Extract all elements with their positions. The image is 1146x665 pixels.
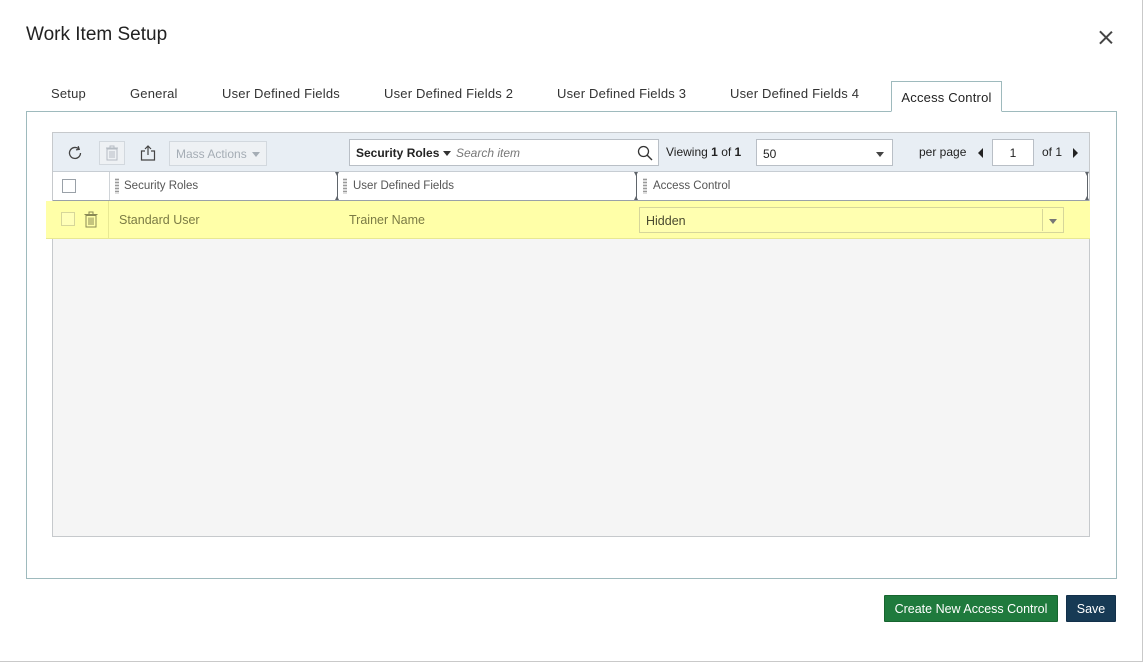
page-size-value: 50 (763, 147, 777, 161)
refresh-icon (68, 146, 82, 160)
delete-button[interactable] (99, 141, 125, 165)
access-control-grid: Mass Actions Security Roles Viewing 1 of… (52, 132, 1090, 537)
work-item-setup-dialog: Work Item Setup Setup General User Defin… (0, 0, 1143, 662)
chevron-down-icon (1049, 219, 1057, 224)
grid-toolbar: Mass Actions Security Roles Viewing 1 of… (53, 133, 1089, 172)
column-header-label: Access Control (653, 180, 731, 192)
access-control-value: Hidden (646, 214, 686, 228)
search-box: Security Roles (349, 139, 659, 166)
chevron-down-icon (252, 152, 260, 157)
trash-icon[interactable] (84, 211, 98, 228)
cell-security-role: Standard User (119, 213, 200, 227)
dialog-title: Work Item Setup (26, 24, 168, 45)
viewing-current: 1 (711, 145, 718, 159)
tab-general[interactable]: General (130, 86, 178, 101)
column-header-security-roles[interactable]: Security Roles (115, 172, 337, 200)
column-resizer[interactable] (1085, 172, 1089, 200)
refresh-button[interactable] (62, 141, 88, 165)
tab-user-defined-fields-2[interactable]: User Defined Fields 2 (384, 86, 513, 101)
page-number-input[interactable] (992, 139, 1034, 166)
select-all-checkbox[interactable] (62, 179, 76, 193)
drag-handle-icon[interactable] (643, 178, 647, 194)
page-size-select[interactable]: 50 (756, 139, 893, 166)
mass-actions-label: Mass Actions (176, 147, 247, 161)
tab-setup[interactable]: Setup (51, 86, 86, 101)
column-header-label: Security Roles (124, 180, 199, 192)
tab-access-control[interactable]: Access Control (891, 81, 1002, 112)
export-button[interactable] (135, 141, 161, 165)
column-header-user-defined-fields[interactable]: User Defined Fields (343, 172, 635, 200)
viewing-prefix: Viewing (666, 145, 708, 159)
cell-user-defined-field: Trainer Name (349, 213, 425, 227)
chevron-down-icon (443, 151, 452, 157)
viewing-of: of (721, 145, 732, 159)
drag-handle-icon[interactable] (115, 178, 119, 194)
total-pages-label: of 1 (1042, 145, 1063, 159)
column-divider (108, 201, 109, 239)
search-input[interactable] (454, 143, 634, 163)
chevron-down-icon (876, 152, 884, 157)
search-icon[interactable] (637, 145, 653, 161)
tab-user-defined-fields[interactable]: User Defined Fields (222, 86, 340, 101)
mass-actions-dropdown[interactable]: Mass Actions (169, 141, 267, 166)
trash-icon (106, 145, 118, 161)
column-resizer[interactable] (634, 172, 638, 200)
create-new-access-control-button[interactable]: Create New Access Control (884, 595, 1058, 622)
tab-user-defined-fields-3[interactable]: User Defined Fields 3 (557, 86, 686, 101)
close-icon[interactable] (1096, 28, 1116, 48)
column-header-label: User Defined Fields (353, 180, 454, 192)
prev-page-icon[interactable] (978, 148, 983, 158)
select-divider (1042, 209, 1043, 231)
next-page-icon[interactable] (1073, 148, 1078, 158)
column-resizer[interactable] (335, 172, 339, 200)
tab-user-defined-fields-4[interactable]: User Defined Fields 4 (730, 86, 859, 101)
grid-header-row: Security Roles User Defined Fields Acces… (53, 172, 1089, 201)
column-header-access-control[interactable]: Access Control (643, 172, 1083, 200)
viewing-status: Viewing 1 of 1 (666, 145, 741, 159)
drag-handle-icon[interactable] (343, 178, 347, 194)
access-control-select[interactable]: Hidden (639, 207, 1064, 233)
viewing-total: 1 (734, 145, 742, 159)
row-checkbox[interactable] (61, 212, 75, 226)
export-icon (140, 145, 156, 161)
table-row[interactable]: Standard User Trainer Name Hidden (46, 201, 1090, 239)
per-page-label: per page (919, 145, 967, 159)
search-filter-label: Security Roles (356, 146, 440, 160)
search-filter-dropdown[interactable]: Security Roles (356, 146, 452, 160)
save-button[interactable]: Save (1066, 595, 1116, 622)
column-divider (109, 172, 110, 200)
